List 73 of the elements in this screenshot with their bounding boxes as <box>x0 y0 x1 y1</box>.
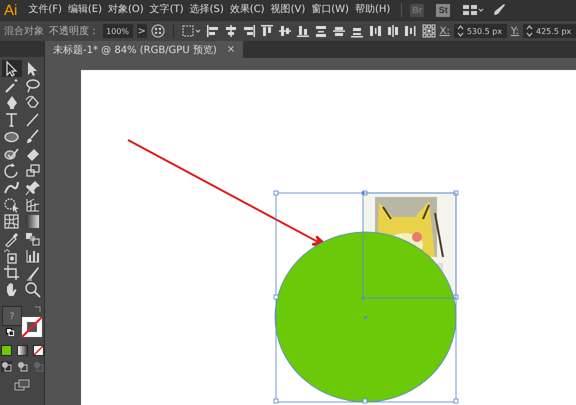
menu-item[interactable]: 视图(V) <box>268 3 308 17</box>
shape-builder-button[interactable] <box>2 196 22 213</box>
y-coordinate-field[interactable]: 425.5 px <box>523 24 576 38</box>
pin-icon <box>24 179 41 196</box>
none-swatch-icon[interactable] <box>32 345 44 356</box>
screen-mode-icon[interactable] <box>14 379 30 391</box>
rotate-tool-icon <box>3 162 20 179</box>
align-to-selection-icon[interactable] <box>182 24 202 38</box>
opacity-label: 不透明度： <box>49 24 100 38</box>
stroke-swatch[interactable] <box>21 316 43 338</box>
magic-wand-icon <box>3 77 20 94</box>
document-tab[interactable]: 未标题-1* @ 84% (RGB/GPU 预览) × <box>45 41 244 58</box>
align-right-icon[interactable] <box>242 24 256 38</box>
pin-button[interactable] <box>22 179 42 196</box>
opacity-field[interactable]: 100% <box>103 24 133 38</box>
gradient-tool-icon <box>24 213 41 230</box>
align-center-icon[interactable] <box>224 24 238 38</box>
shape-builder-icon <box>3 196 20 213</box>
menu-item[interactable]: 帮助(H) <box>352 3 394 17</box>
selection-tool-button[interactable] <box>2 60 22 77</box>
slice-tool-icon <box>24 264 41 281</box>
gradient-swatch-icon[interactable] <box>16 345 28 356</box>
menu-item[interactable]: 窗口(W) <box>308 3 352 17</box>
document-tab-title: 未标题-1* @ 84% (RGB/GPU 预览) <box>53 44 217 56</box>
type-tool-icon <box>3 111 20 128</box>
menu-item[interactable]: 文件(F) <box>25 3 65 17</box>
distribute-icon[interactable] <box>332 24 346 38</box>
center-point <box>364 316 367 319</box>
distribute-icon[interactable] <box>368 24 382 38</box>
paintbrush-icon <box>24 128 41 145</box>
y-coordinate-label: Y: <box>510 26 519 36</box>
distribute-icon[interactable] <box>386 24 400 38</box>
scale-tool-icon <box>24 162 41 179</box>
warp-tool-button[interactable] <box>2 179 22 196</box>
menu-item[interactable]: 编辑(E) <box>64 3 106 17</box>
align-middle-icon[interactable] <box>278 24 292 38</box>
app-logo: Ai <box>3 2 18 18</box>
align-top-icon[interactable] <box>260 24 274 38</box>
x-coordinate-field[interactable]: 530.5 px <box>454 24 507 38</box>
zoom-tool-button[interactable] <box>22 281 42 298</box>
eyedropper-icon <box>3 230 20 247</box>
line-tool-icon <box>24 111 41 128</box>
reference-point-icon[interactable] <box>422 24 436 38</box>
warp-tool-icon <box>3 179 20 196</box>
selection-type-label: 混合对象 <box>4 24 45 38</box>
lasso-icon <box>24 77 41 94</box>
mesh-tool-icon <box>3 213 20 230</box>
draw-behind-icon[interactable] <box>16 361 28 372</box>
draw-normal-icon[interactable] <box>0 361 12 372</box>
stepper-icon <box>456 25 464 37</box>
align-left-icon[interactable] <box>206 24 220 38</box>
default-colors-icon[interactable] <box>6 328 14 336</box>
layout-grid-icon[interactable] <box>462 3 484 17</box>
menu-item[interactable]: 文字(T) <box>146 3 187 17</box>
menu-item[interactable]: 对象(O) <box>105 3 147 17</box>
perspective-grid-icon <box>24 196 41 213</box>
align-bottom-icon[interactable] <box>296 24 310 38</box>
bar-graph-icon <box>24 247 41 264</box>
more-button[interactable]: > <box>136 24 147 38</box>
distribute-icon[interactable] <box>404 24 418 38</box>
app-button[interactable]: St <box>436 4 450 16</box>
menu-item[interactable]: 效果(C) <box>226 3 268 17</box>
zoom-tool-icon <box>24 281 41 298</box>
x-coordinate-label: X: <box>440 26 450 36</box>
recolor-icon[interactable] <box>150 24 165 38</box>
stepper-icon <box>526 25 533 37</box>
mesh-tool-button[interactable] <box>2 213 22 230</box>
selection-bounding-box[interactable] <box>274 190 458 404</box>
color-swatch-icon[interactable] <box>0 345 12 356</box>
blend-tool-icon <box>24 230 41 247</box>
menu-item[interactable]: 选择(S) <box>186 3 227 17</box>
distribute-icon[interactable] <box>314 24 328 38</box>
close-button[interactable]: × <box>226 44 236 55</box>
